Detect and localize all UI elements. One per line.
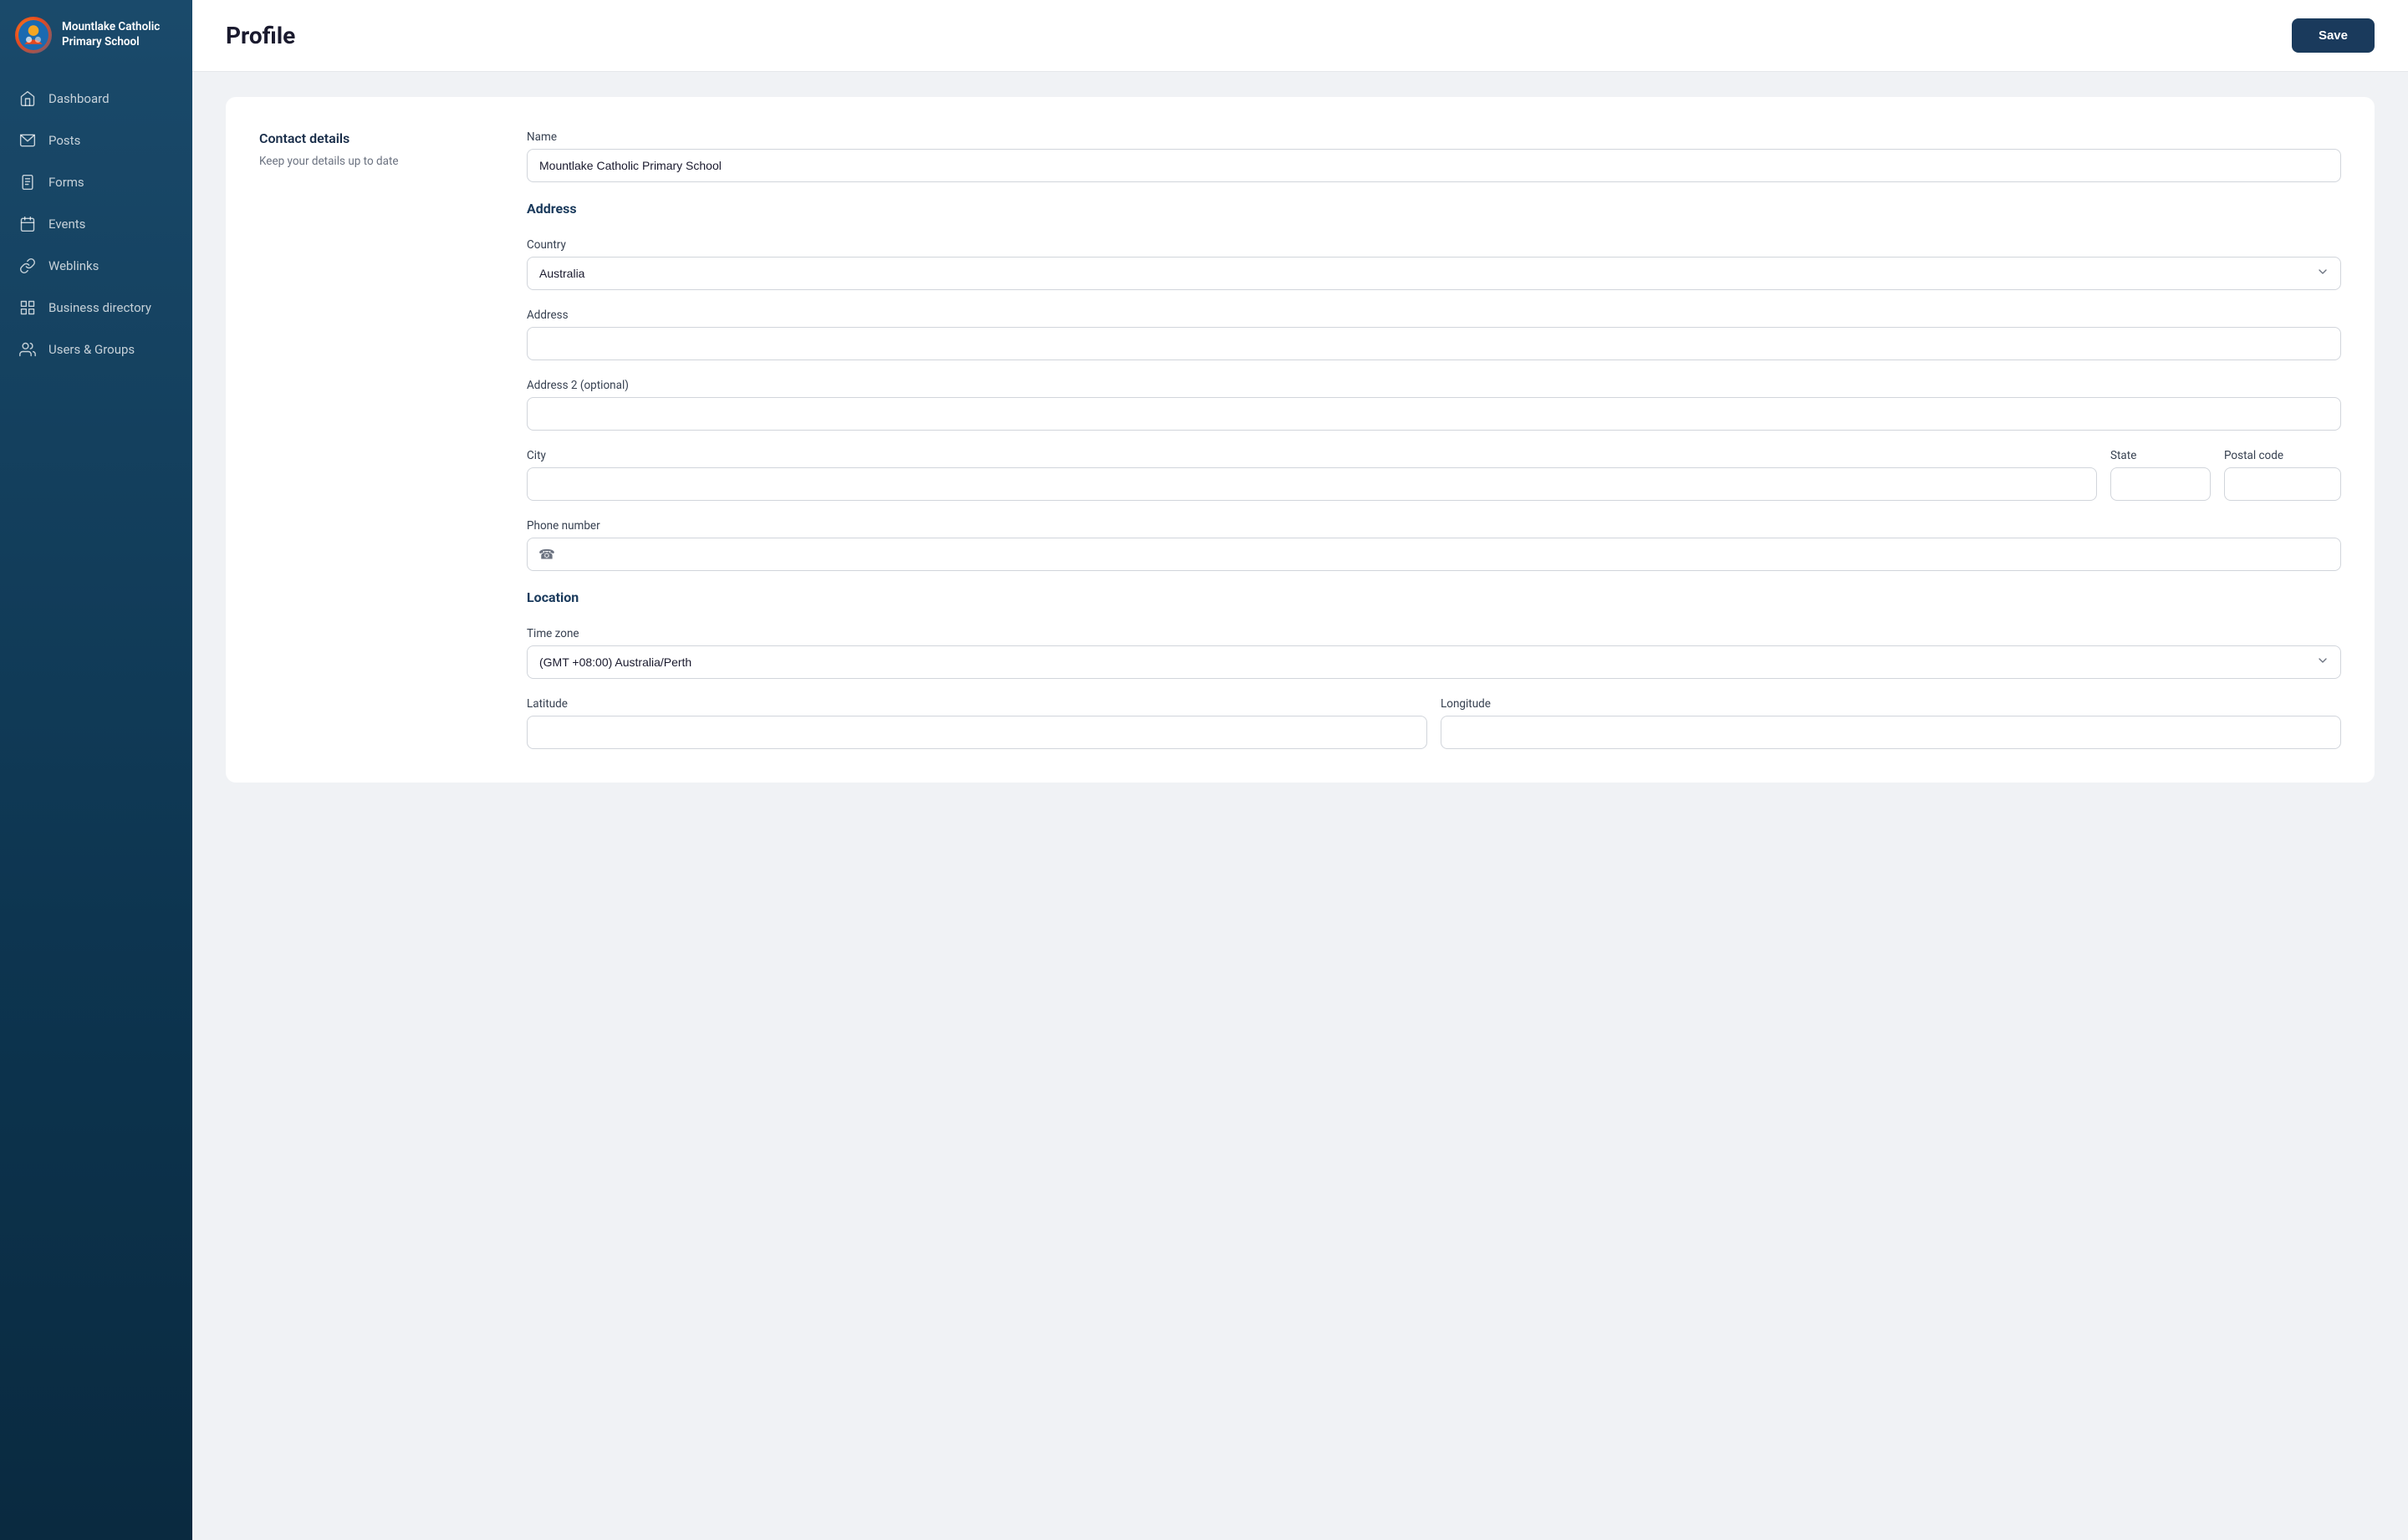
postal-label: Postal code xyxy=(2224,449,2341,462)
address2-label: Address 2 (optional) xyxy=(527,379,2341,392)
address-input[interactable] xyxy=(527,327,2341,360)
country-label: Country xyxy=(527,238,2341,252)
longitude-group: Longitude xyxy=(1441,697,2341,749)
sidebar-item-label: Weblinks xyxy=(48,258,99,273)
save-button[interactable]: Save xyxy=(2292,18,2375,53)
latitude-label: Latitude xyxy=(527,697,1427,711)
address2-group: Address 2 (optional) xyxy=(527,379,2341,431)
timezone-label: Time zone xyxy=(527,627,2341,640)
sidebar-item-users-groups[interactable]: Users & Groups xyxy=(0,329,192,370)
city-label: City xyxy=(527,449,2097,462)
logo-icon xyxy=(15,17,52,54)
timezone-select[interactable]: (GMT +08:00) Australia/Perth (GMT +10:00… xyxy=(527,645,2341,679)
mail-icon xyxy=(18,131,37,150)
sidebar-item-label: Business directory xyxy=(48,300,151,315)
sidebar-item-business-directory[interactable]: Business directory xyxy=(0,288,192,328)
country-group: Country Australia New Zealand United Sta… xyxy=(527,238,2341,290)
longitude-input[interactable] xyxy=(1441,716,2341,749)
phone-label: Phone number xyxy=(527,519,2341,533)
address2-input[interactable] xyxy=(527,397,2341,431)
contact-details-desc: Keep your details up to date xyxy=(259,153,477,170)
home-icon xyxy=(18,89,37,108)
page-title: Profile xyxy=(226,22,295,49)
link-icon xyxy=(18,257,37,275)
phone-input-wrapper: ☎ xyxy=(527,538,2341,571)
sidebar-item-posts[interactable]: Posts xyxy=(0,120,192,161)
contact-form: Name Address Country Australia New Zeala… xyxy=(527,130,2341,749)
country-select[interactable]: Australia New Zealand United States Unit… xyxy=(527,257,2341,290)
timezone-select-wrapper: (GMT +08:00) Australia/Perth (GMT +10:00… xyxy=(527,645,2341,679)
sidebar-logo: Mountlake Catholic Primary School xyxy=(0,0,192,70)
phone-input[interactable] xyxy=(527,538,2341,571)
address-label: Address xyxy=(527,309,2341,322)
sidebar-navigation: Dashboard Posts Forms Events xyxy=(0,70,192,378)
sidebar-item-label: Posts xyxy=(48,133,80,148)
timezone-group: Time zone (GMT +08:00) Australia/Perth (… xyxy=(527,627,2341,679)
contact-details-description: Contact details Keep your details up to … xyxy=(259,130,477,749)
postal-input[interactable] xyxy=(2224,467,2341,501)
users-icon xyxy=(18,340,37,359)
page-content: Contact details Keep your details up to … xyxy=(192,72,2408,1540)
address-group: Address xyxy=(527,309,2341,360)
sidebar-item-label: Dashboard xyxy=(48,91,110,106)
phone-group: Phone number ☎ xyxy=(527,519,2341,571)
city-input[interactable] xyxy=(527,467,2097,501)
sidebar-item-label: Forms xyxy=(48,175,84,190)
contact-details-title: Contact details xyxy=(259,130,477,146)
location-section-heading: Location xyxy=(527,589,2341,605)
longitude-label: Longitude xyxy=(1441,697,2341,711)
latitude-input[interactable] xyxy=(527,716,1427,749)
sidebar-item-forms[interactable]: Forms xyxy=(0,162,192,202)
main-content: Profile Save Contact details Keep your d… xyxy=(192,0,2408,1540)
page-header: Profile Save xyxy=(192,0,2408,72)
sidebar-item-label: Events xyxy=(48,217,85,232)
logo-text: Mountlake Catholic Primary School xyxy=(62,20,160,49)
country-select-wrapper: Australia New Zealand United States Unit… xyxy=(527,257,2341,290)
name-label: Name xyxy=(527,130,2341,144)
lat-lng-row: Latitude Longitude xyxy=(527,697,2341,749)
state-label: State xyxy=(2110,449,2211,462)
state-input[interactable] xyxy=(2110,467,2211,501)
postal-group: Postal code xyxy=(2224,449,2341,501)
sidebar-item-dashboard[interactable]: Dashboard xyxy=(0,79,192,119)
state-group: State xyxy=(2110,449,2211,501)
name-group: Name xyxy=(527,130,2341,182)
name-input[interactable] xyxy=(527,149,2341,182)
sidebar: Mountlake Catholic Primary School Dashbo… xyxy=(0,0,192,1540)
profile-card: Contact details Keep your details up to … xyxy=(226,97,2375,783)
grid-icon xyxy=(18,298,37,317)
sidebar-item-label: Users & Groups xyxy=(48,342,135,357)
address-section-heading: Address xyxy=(527,201,2341,217)
calendar-icon xyxy=(18,215,37,233)
latitude-group: Latitude xyxy=(527,697,1427,749)
city-group: City xyxy=(527,449,2097,501)
clipboard-icon xyxy=(18,173,37,191)
phone-icon: ☎ xyxy=(538,547,555,563)
city-state-postal-row: City State Postal code xyxy=(527,449,2341,501)
sidebar-item-events[interactable]: Events xyxy=(0,204,192,244)
sidebar-item-weblinks[interactable]: Weblinks xyxy=(0,246,192,286)
